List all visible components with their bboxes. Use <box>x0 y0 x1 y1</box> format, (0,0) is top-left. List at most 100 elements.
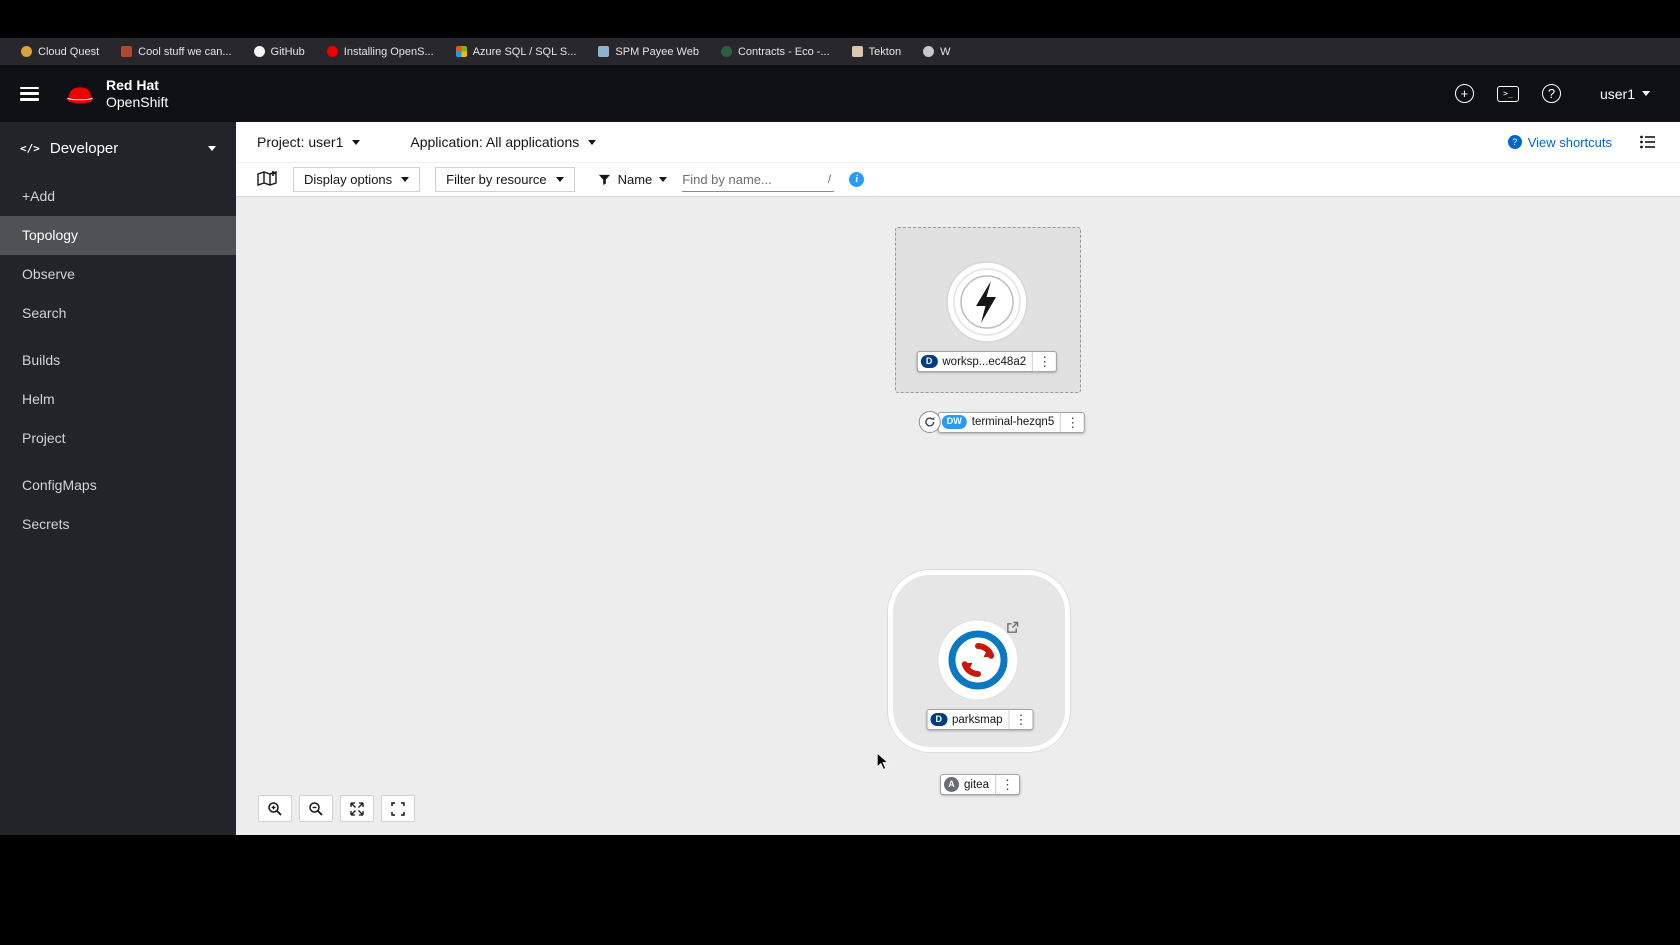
spm-favicon <box>598 46 610 57</box>
kebab-menu-icon[interactable]: ⋮ <box>994 775 1019 794</box>
info-icon[interactable]: i <box>849 172 865 187</box>
perspective-switcher[interactable]: </> Developer <box>0 122 236 169</box>
masthead: Red Hat OpenShift + >_ ? user1 <box>0 65 1680 122</box>
bookmark-contracts[interactable]: Contracts - Eco -... <box>710 38 841 65</box>
web-terminal-icon[interactable]: >_ <box>1496 85 1519 102</box>
nav-list: +Add Topology Observe Search Builds Helm… <box>0 177 236 544</box>
parksmap-ring-icon <box>948 630 1008 690</box>
bookmark-label: Cool stuff we can... <box>138 45 232 58</box>
bookmark-azure-sql[interactable]: Azure SQL / SQL S... <box>445 38 588 65</box>
bookmark-spm-payee[interactable]: SPM Payee Web <box>587 38 710 65</box>
kebab-menu-icon[interactable]: ⋮ <box>1060 412 1084 432</box>
brand-logo[interactable]: Red Hat OpenShift <box>63 77 168 111</box>
sidebar-item-observe[interactable]: Observe <box>0 255 236 294</box>
legend-list-icon[interactable] <box>1640 135 1656 149</box>
node-label-text: parksmap <box>952 713 1003 726</box>
reset-view-button[interactable] <box>381 795 415 822</box>
zoom-out-button[interactable] <box>299 795 333 822</box>
user-name: user1 <box>1599 85 1635 102</box>
filter-funnel-icon <box>598 174 610 185</box>
folder-favicon <box>121 46 133 57</box>
chevron-down-icon <box>1642 91 1650 96</box>
bookmark-github[interactable]: GitHub <box>243 38 316 65</box>
bookmark-label: W <box>940 45 951 58</box>
brand-openshift: OpenShift <box>106 93 169 110</box>
brand-red-hat: Red Hat <box>106 76 159 93</box>
sidebar-item-add[interactable]: +Add <box>0 177 236 216</box>
letterbox-top <box>0 0 1680 38</box>
node-label-text: gitea <box>964 778 989 791</box>
user-menu[interactable]: user1 <box>1600 86 1650 102</box>
bookmark-tekton[interactable]: Tekton <box>841 38 912 65</box>
view-shortcuts-link[interactable]: ? View shortcuts <box>1507 134 1612 150</box>
terminal-node-row: DW terminal-hezqn5 ⋮ <box>918 411 1086 433</box>
display-options-dropdown[interactable]: Display options <box>293 167 421 192</box>
browser-bookmarks-bar: Cloud Quest Cool stuff we can... GitHub … <box>0 38 1680 65</box>
bookmark-w[interactable]: W <box>912 38 961 65</box>
chevron-down-icon <box>555 177 564 182</box>
sidebar-item-helm[interactable]: Helm <box>0 380 236 419</box>
project-dropdown-label: Project: user1 <box>257 134 344 150</box>
main-content: Project: user1 Application: All applicat… <box>236 122 1680 835</box>
topology-toolbar: Display options Filter by resource Name … <box>236 163 1680 197</box>
sidebar-item-search[interactable]: Search <box>0 294 236 333</box>
bookmark-cool-stuff[interactable]: Cool stuff we can... <box>110 38 242 65</box>
workspace-node-label[interactable]: D worksp...ec48a2 ⋮ <box>916 351 1058 372</box>
terminal-node-label[interactable]: DW terminal-hezqn5 ⋮ <box>937 411 1086 433</box>
kebab-menu-icon[interactable]: ⋮ <box>1032 352 1056 371</box>
zoom-in-button[interactable] <box>258 795 292 822</box>
name-filter-dropdown[interactable]: Name <box>598 172 668 187</box>
view-shortcuts-label: View shortcuts <box>1527 134 1612 150</box>
sidebar-nav: </> Developer +Add Topology Observe Sear… <box>0 122 236 835</box>
workspace-node[interactable] <box>945 260 1029 344</box>
tekton-favicon <box>851 46 863 57</box>
quick-create-icon[interactable]: + <box>1454 84 1474 103</box>
help-icon[interactable]: ? <box>1541 84 1561 103</box>
topology-canvas[interactable]: D worksp...ec48a2 ⋮ DW terminal-hezqn5 ⋮ <box>236 197 1680 835</box>
topology-map-icon[interactable] <box>257 170 278 189</box>
bookmark-label: Installing OpenS... <box>343 45 434 58</box>
bookmark-label: SPM Payee Web <box>615 45 699 58</box>
bookmark-label: Cloud Quest <box>38 45 100 58</box>
resource-kind-badge: DW <box>941 415 967 429</box>
application-dropdown[interactable]: Application: All applications <box>410 134 597 150</box>
sync-decorator-icon[interactable] <box>918 411 941 433</box>
project-dropdown[interactable]: Project: user1 <box>257 134 361 150</box>
display-options-label: Display options <box>304 172 393 187</box>
external-link-icon[interactable] <box>1006 621 1019 639</box>
perspective-label: Developer <box>49 140 119 157</box>
parksmap-node-label[interactable]: D parksmap ⋮ <box>926 709 1034 730</box>
chevron-down-icon <box>588 139 597 145</box>
resource-kind-badge: D <box>930 712 947 727</box>
github-favicon <box>253 46 265 57</box>
globe-favicon <box>923 46 935 57</box>
canvas-controls <box>258 795 415 822</box>
fit-to-screen-button[interactable] <box>340 795 374 822</box>
developer-code-icon: </> <box>20 142 40 155</box>
menu-toggle-icon[interactable] <box>20 86 39 101</box>
kebab-menu-icon[interactable]: ⋮ <box>1008 710 1033 729</box>
context-bar: Project: user1 Application: All applicat… <box>236 122 1680 163</box>
chevron-down-icon <box>208 146 216 151</box>
bookmark-label: Contracts - Eco -... <box>737 45 830 58</box>
chevron-down-icon <box>352 139 361 145</box>
resource-kind-badge: A <box>944 777 960 792</box>
bookmark-cloud-quest[interactable]: Cloud Quest <box>10 38 110 65</box>
sidebar-item-configmaps[interactable]: ConfigMaps <box>0 466 236 505</box>
find-by-name-search: / <box>682 168 835 192</box>
search-input[interactable] <box>682 171 809 187</box>
gitea-node-label[interactable]: A gitea ⋮ <box>940 774 1020 795</box>
bookmark-label: GitHub <box>270 45 305 58</box>
sidebar-item-secrets[interactable]: Secrets <box>0 505 236 544</box>
sidebar-item-topology[interactable]: Topology <box>0 216 236 255</box>
openshift-favicon <box>326 46 338 57</box>
red-hat-icon <box>66 86 94 103</box>
microsoft-favicon <box>455 46 467 57</box>
node-label-text: terminal-hezqn5 <box>971 416 1055 428</box>
sidebar-item-builds[interactable]: Builds <box>0 341 236 380</box>
filter-by-resource-dropdown[interactable]: Filter by resource <box>435 167 575 192</box>
filter-by-resource-label: Filter by resource <box>446 172 547 187</box>
chevron-down-icon <box>401 177 410 182</box>
sidebar-item-project[interactable]: Project <box>0 419 236 458</box>
bookmark-installing-openshift[interactable]: Installing OpenS... <box>316 38 445 65</box>
